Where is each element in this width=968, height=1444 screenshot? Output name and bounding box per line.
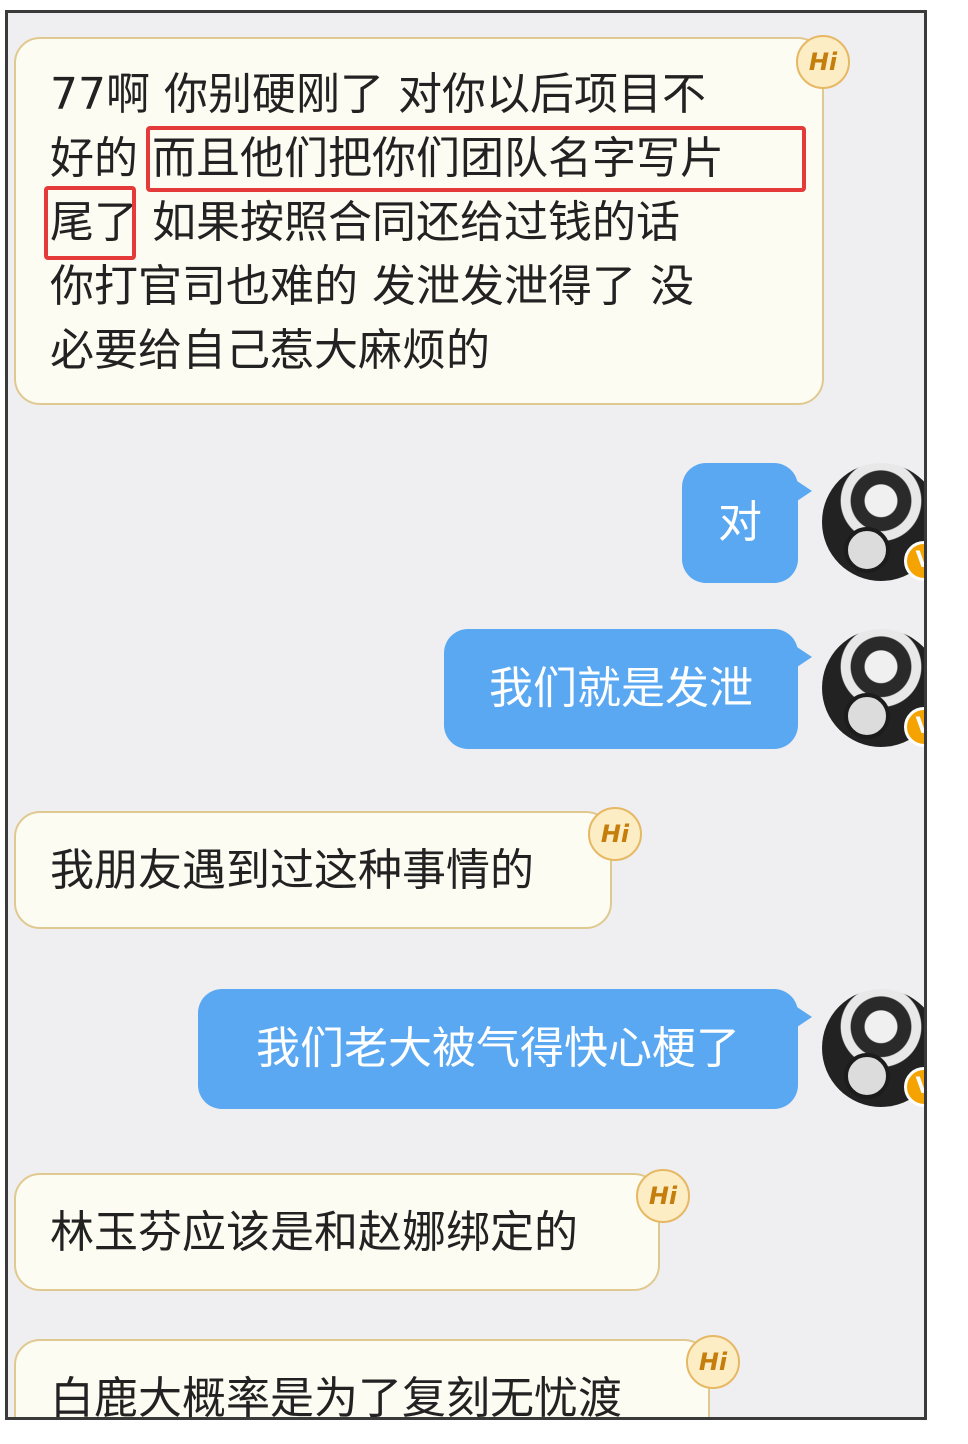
highlight-box — [44, 186, 136, 260]
avatar-figure — [844, 1053, 890, 1099]
message-line: 林玉芬应该是和赵娜绑定的 — [50, 1207, 578, 1258]
message-line: 我朋友遇到过这种事情的 — [50, 845, 534, 896]
incoming-message-bubble[interactable]: 林玉芬应该是和赵娜绑定的 — [14, 1173, 660, 1291]
hi-badge-icon: Hi — [686, 1335, 740, 1389]
message-line: 白鹿大概率是为了复刻无忧渡 — [50, 1373, 622, 1420]
avatar-figure — [844, 527, 890, 573]
message-line: 77啊 你别硬刚了 对你以后项目不 — [50, 69, 706, 120]
user-avatar[interactable]: V — [822, 989, 924, 1107]
verified-badge-icon: V — [904, 707, 924, 747]
verified-badge-icon: V — [904, 1067, 924, 1107]
chat-screenshot-frame: 77啊 你别硬刚了 对你以后项目不 好的 而且他们把你们团队名字写片 尾了 如果… — [5, 10, 927, 1420]
hi-badge-icon: Hi — [636, 1169, 690, 1223]
outgoing-message-bubble[interactable]: 对 — [682, 463, 812, 583]
incoming-message-bubble[interactable]: 白鹿大概率是为了复刻无忧渡 — [14, 1339, 710, 1420]
outgoing-message-bubble[interactable]: 我们老大被气得快心梗了 — [198, 989, 812, 1109]
highlight-box — [146, 126, 806, 192]
message-line: 你打官司也难的 发泄发泄得了 没 — [50, 261, 694, 312]
user-avatar[interactable]: V — [822, 463, 924, 581]
hi-badge-icon: Hi — [796, 35, 850, 89]
user-avatar[interactable]: V — [822, 629, 924, 747]
outgoing-message-bubble[interactable]: 我们就是发泄 — [444, 629, 812, 749]
avatar-figure — [844, 693, 890, 739]
incoming-message-bubble[interactable]: 我朋友遇到过这种事情的 — [14, 811, 612, 929]
message-line: 必要给自己惹大麻烦的 — [50, 325, 490, 376]
verified-badge-icon: V — [904, 541, 924, 581]
hi-badge-icon: Hi — [588, 807, 642, 861]
message-line: 尾了 如果按照合同还给过钱的话 — [50, 197, 680, 248]
